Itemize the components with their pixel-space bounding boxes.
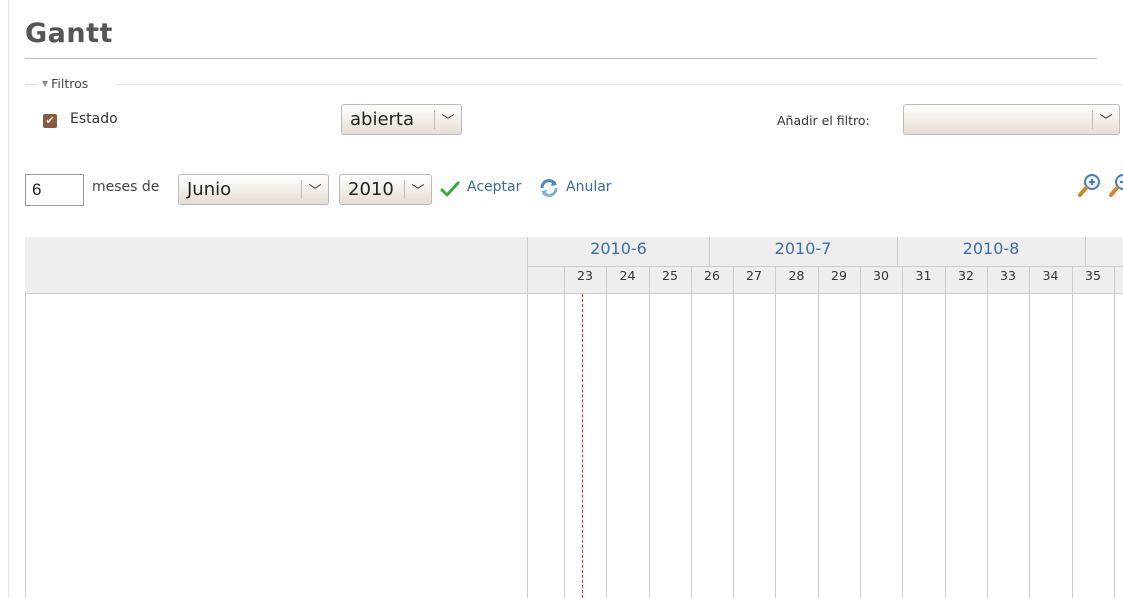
add-filter-select[interactable]: ﹀	[903, 104, 1120, 135]
left-border	[8, 0, 9, 598]
week-label: 31	[915, 268, 932, 283]
estado-operator-select[interactable]: abierta ﹀	[341, 104, 462, 135]
title-divider	[25, 58, 1097, 59]
today-line	[582, 294, 583, 598]
week-divider	[1029, 267, 1030, 598]
filters-legend[interactable]: ▼ Filtros	[42, 76, 88, 91]
week-label: 30	[873, 268, 889, 283]
filters-legend-label: Filtros	[51, 76, 89, 91]
gantt-subject-header	[25, 237, 527, 294]
estado-select-value: abierta	[350, 109, 415, 130]
week-divider	[818, 267, 819, 598]
week-divider	[987, 267, 988, 598]
zoom-in-icon[interactable]	[1077, 172, 1103, 198]
week-divider	[902, 267, 903, 598]
week-divider	[564, 267, 565, 598]
week-divider	[860, 267, 861, 598]
week-divider	[775, 267, 776, 598]
month-divider	[1085, 237, 1086, 267]
week-label: 23	[577, 268, 593, 283]
week-label: 27	[746, 268, 762, 283]
week-divider	[606, 267, 607, 598]
months-of-label: meses de	[92, 179, 160, 195]
week-divider	[1072, 267, 1073, 598]
week-label: 33	[1000, 268, 1016, 283]
month-divider	[897, 237, 898, 267]
month-header: 2010-7	[774, 239, 832, 258]
fieldset-border-left	[25, 84, 37, 85]
add-filter-label: Añadir el filtro:	[777, 113, 870, 128]
estado-label: Estado	[70, 111, 118, 127]
week-label: 29	[831, 268, 847, 283]
estado-checkbox[interactable]: ✔	[43, 114, 57, 128]
month-select-value: Junio	[187, 179, 232, 200]
month-header: 2010-6	[590, 239, 647, 258]
week-label: 24	[619, 268, 636, 283]
chevron-down-icon: ﹀	[1099, 114, 1113, 129]
week-label: 32	[958, 268, 974, 283]
week-label: 35	[1085, 268, 1101, 283]
month-select[interactable]: Junio ﹀	[178, 174, 329, 205]
week-divider	[649, 267, 650, 598]
week-divider	[945, 267, 946, 598]
chevron-down-icon: ﹀	[441, 114, 455, 129]
week-label: 25	[662, 268, 678, 283]
checkmark-icon[interactable]	[440, 181, 460, 197]
page-title: Gantt	[25, 18, 113, 49]
month-header: 2010-8	[962, 239, 1020, 258]
cancel-link[interactable]: Anular	[566, 179, 612, 195]
week-label: 34	[1042, 268, 1059, 283]
fieldset-border-right	[117, 84, 1123, 85]
week-label: 26	[704, 268, 720, 283]
reload-icon[interactable]	[538, 178, 560, 198]
month-divider	[709, 237, 710, 267]
months-count-input[interactable]	[25, 174, 84, 206]
collapse-triangle-icon: ▼	[42, 79, 49, 88]
year-select[interactable]: 2010 ﹀	[339, 174, 432, 205]
zoom-out-icon[interactable]	[1108, 172, 1123, 198]
week-divider	[1114, 267, 1115, 598]
year-select-value: 2010	[348, 179, 394, 200]
chevron-down-icon: ﹀	[308, 184, 322, 199]
gantt-header-divider	[528, 266, 1123, 267]
accept-link[interactable]: Aceptar	[467, 179, 521, 195]
gantt-subject-column	[25, 237, 528, 598]
week-label: 28	[788, 268, 805, 283]
week-divider	[733, 267, 734, 598]
chevron-down-icon: ﹀	[411, 184, 425, 199]
week-divider	[691, 267, 692, 598]
